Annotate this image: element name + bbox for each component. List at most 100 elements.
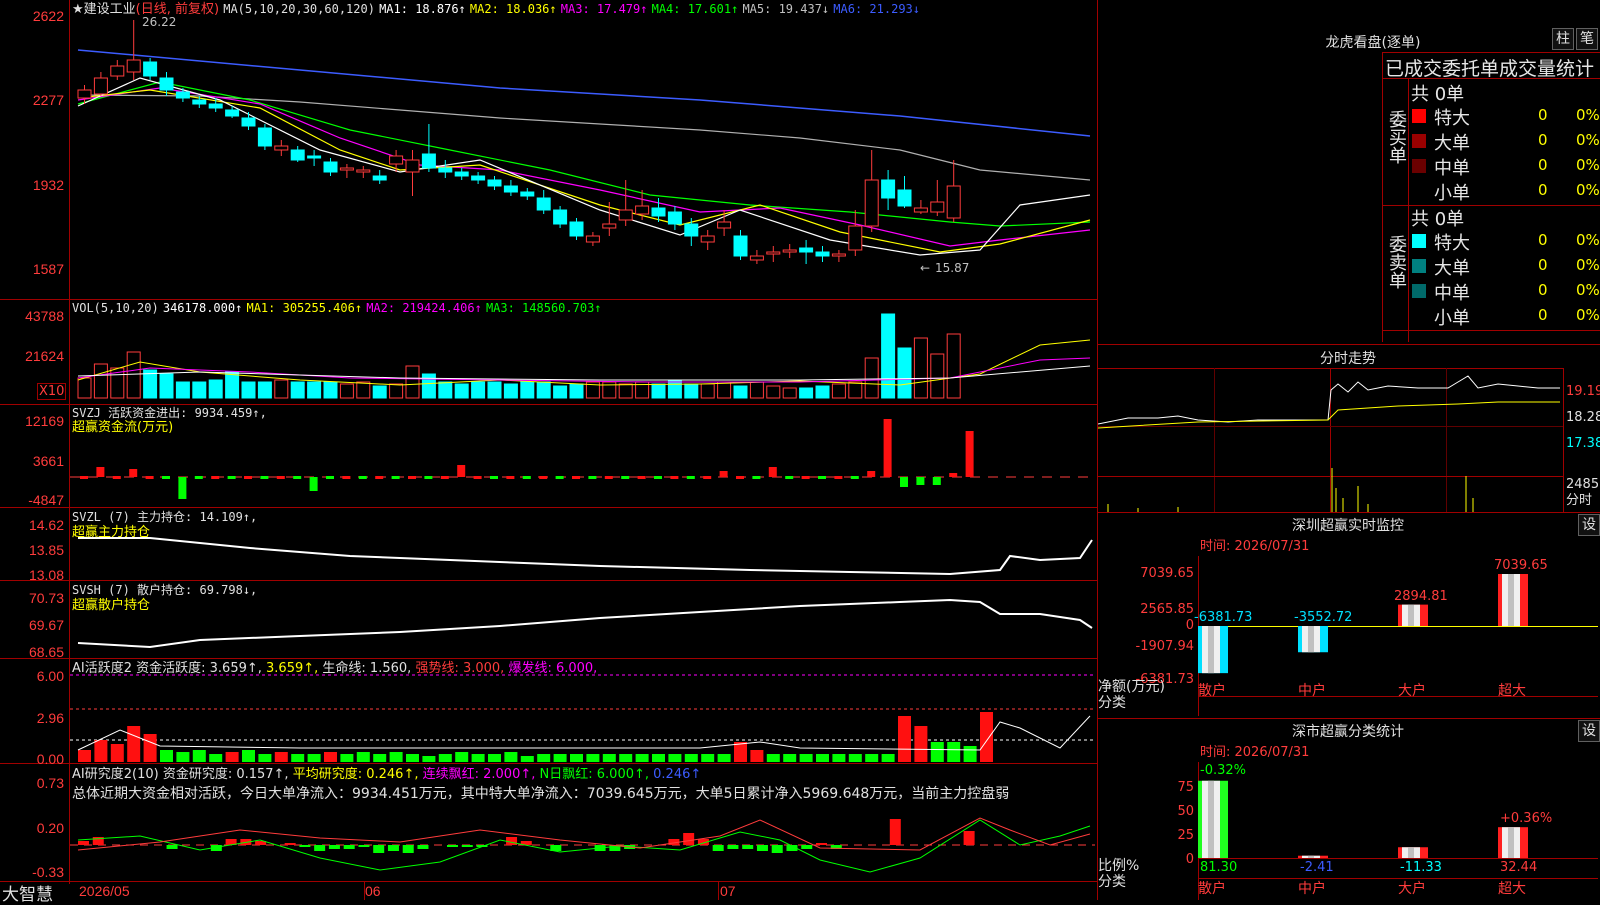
order-percent: 0% (1576, 256, 1600, 274)
x-axis-label: 07 (720, 883, 736, 899)
monitor-bar-label: -3552.72 (1294, 610, 1353, 625)
order-count: 0 (1538, 131, 1548, 149)
monitor-bar (1498, 574, 1528, 626)
buy-label: 委买单 (1386, 110, 1407, 164)
ai2-header: AI研究度2(10) 资金研究度: 0.157↑, 平均研究度: 0.246↑,… (72, 767, 701, 782)
ai2-c: 连续飘红: 2.000↑, (422, 767, 536, 782)
sell-total: 共 0单 (1411, 209, 1465, 230)
stats-category: 大户 (1398, 881, 1426, 897)
buy-total: 共 0单 (1411, 84, 1465, 105)
order-percent: 0% (1576, 231, 1600, 249)
longhu-title: 龙虎看盘(逐单) (1325, 35, 1421, 51)
svsh-header: SVSH (7) 散户持仓: 69.798↓, (72, 583, 258, 597)
svzl-axis-label: 14.62 (28, 517, 64, 533)
monitor-category: 中户 (1298, 683, 1326, 699)
stats-value: -11.33 (1400, 860, 1442, 875)
bar-mode-button[interactable]: 柱 (1552, 28, 1574, 50)
stats-bar (1398, 847, 1428, 858)
monitor-bar-label: 2894.81 (1394, 588, 1448, 604)
ai1-c: 生命线: 1.560, (322, 661, 412, 676)
stats-panel: 深市超赢分类统计 设 时间: 2026/07/31 75 50 25 0 比例%… (1098, 718, 1600, 900)
vol-axis-label: 21624 (25, 348, 64, 364)
order-percent: 0% (1576, 156, 1600, 174)
ai1-e: 爆发线: 6.000, (508, 661, 598, 676)
order-size-name: 中单 (1434, 283, 1470, 304)
monitor-category: 大户 (1398, 683, 1426, 699)
ai2-b: 平均研究度: 0.246↑, (292, 767, 419, 782)
kline-chart-area[interactable]: 2622 2277 1932 1587 ★建设工业(日线, 前复权) MA(5,… (0, 0, 1098, 905)
ai1-header: AI活跃度2 资金活跃度: 3.659↑, 3.659↑, 生命线: 1.560… (72, 661, 597, 676)
brand-logo: 大智慧 (2, 885, 53, 905)
monitor-bar-label: -6381.73 (1194, 610, 1253, 625)
legend-swatch (1412, 234, 1426, 248)
order-count: 0 (1538, 106, 1548, 124)
longhu-panel: 龙虎看盘(逐单) 柱 笔 已成交委托单成交量统计 共 0单 委买单 共 0单 委… (1098, 0, 1600, 344)
monitor-category: 散户 (1198, 683, 1226, 699)
svzl-axis-label: 13.85 (28, 542, 64, 558)
order-size-name: 小单 (1434, 308, 1470, 329)
svsh-axis-label: 70.73 (28, 590, 64, 606)
svsh-axis-label: 69.67 (28, 617, 64, 633)
tick-mode-button[interactable]: 笔 (1576, 28, 1598, 50)
monitor-category: 超大 (1498, 683, 1526, 699)
legend-swatch (1412, 259, 1426, 273)
stats-bar (1198, 780, 1228, 858)
order-count: 0 (1538, 306, 1548, 324)
stats-bar (1498, 827, 1528, 858)
order-size-name: 小单 (1434, 183, 1470, 204)
order-size-name: 中单 (1434, 158, 1470, 179)
order-percent: 0% (1576, 306, 1600, 324)
svzj-header: SVZJ 活跃资金进出: 9934.459↑, (72, 406, 267, 420)
vol-axis-label: 43788 (25, 308, 64, 324)
vol-ma2: MA2: 219424.406↑ (366, 301, 482, 315)
intraday-title: 分时走势 (1320, 351, 1376, 367)
legend-swatch (1412, 134, 1426, 148)
svsh-axis-label: 68.65 (28, 644, 64, 660)
intraday-chart (1098, 375, 1560, 512)
ai2-axis-label: -0.33 (32, 864, 64, 880)
stats-value: -2.41 (1300, 860, 1334, 875)
ai1-b: 3.659↑, (266, 661, 319, 676)
order-count: 0 (1538, 281, 1548, 299)
stats-category: 中户 (1298, 881, 1326, 897)
ai1-d: 强势线: 3.000, (415, 661, 505, 676)
x-axis-label: 2026/05 (79, 883, 130, 899)
monitor-bar-label: 7039.65 (1494, 558, 1548, 573)
svsh-subtitle: 超赢散户持仓 (72, 598, 151, 613)
ai2-axis-label: 0.20 (36, 820, 64, 836)
sell-label: 委卖单 (1386, 235, 1407, 289)
order-count: 0 (1538, 256, 1548, 274)
ai1-a: AI活跃度2 资金活跃度: 3.659↑, (72, 661, 262, 676)
vol-ma3: MA3: 148560.703↑ (485, 301, 602, 315)
vol-ma1: MA1: 305255.406↑ (246, 301, 363, 315)
order-size-name: 大单 (1434, 133, 1470, 154)
order-size-name: 大单 (1434, 258, 1470, 279)
stats-category: 超大 (1498, 881, 1526, 897)
intraday-price-2: 18.28 (1566, 410, 1600, 425)
summary-text: 总体近期大资金相对活跃，今日大单净流入：9934.451万元，其中特大单净流入：… (72, 786, 1010, 802)
svzl-header: SVZL (7) 主力持仓: 14.109↑, (72, 510, 258, 524)
monitor-bar (1398, 604, 1428, 626)
svzl-axis-label: 13.08 (28, 567, 64, 583)
monitor-bar (1198, 626, 1228, 674)
svzl-subtitle: 超赢主力持仓 (72, 525, 151, 540)
order-percent: 0% (1576, 131, 1600, 149)
ai2-e: 0.246↑ (653, 767, 702, 782)
order-count: 0 (1538, 231, 1548, 249)
monitor-bar (1298, 626, 1328, 653)
stats-category: 散户 (1198, 881, 1226, 897)
order-size-name: 特大 (1434, 108, 1470, 129)
vol-unit-badge: X10 (37, 383, 67, 400)
svzj-axis-label: 3661 (32, 453, 64, 469)
order-count: 0 (1538, 181, 1548, 199)
intraday-panel[interactable]: 分时走势 19.19 18.28 17.38 24855 分时 (1098, 344, 1600, 512)
ai2-a: AI研究度2(10) 资金研究度: 0.157↑, (72, 767, 289, 782)
order-percent: 0% (1576, 181, 1600, 199)
intraday-volume: 24855 (1566, 477, 1600, 492)
vol-value: 346178.000↑ (162, 301, 243, 315)
svzj-subtitle: 超赢资金流(万元) (72, 420, 174, 435)
order-count: 0 (1538, 156, 1548, 174)
ai2-d: N日飘红: 6.000↑, (539, 767, 650, 782)
ai1-axis-label: 6.00 (36, 668, 64, 684)
x-axis-label: 06 (365, 883, 381, 899)
